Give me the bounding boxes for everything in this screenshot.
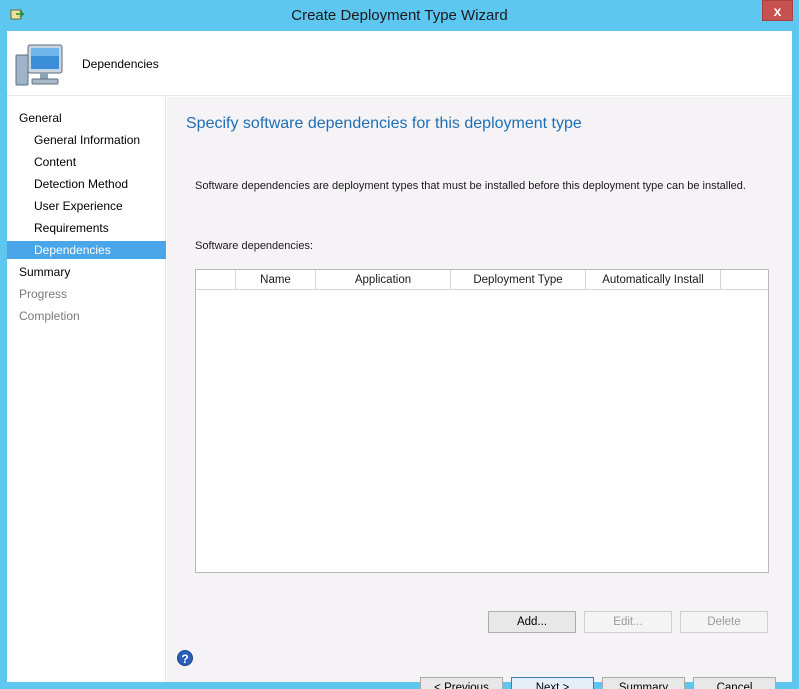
- wizard-client: Dependencies General General Information…: [7, 31, 792, 689]
- add-button[interactable]: Add...: [488, 611, 576, 633]
- dependencies-label: Software dependencies:: [195, 240, 314, 252]
- column-header-application[interactable]: Application: [316, 270, 451, 290]
- wizard-nav: General General Information Content Dete…: [7, 97, 166, 682]
- nav-item-requirements[interactable]: Requirements: [34, 219, 159, 237]
- wizard-content: Specify software dependencies for this d…: [167, 97, 792, 689]
- window-title: Create Deployment Type Wizard: [291, 7, 508, 24]
- page-description: Software dependencies are deployment typ…: [195, 180, 746, 192]
- column-header-select[interactable]: [196, 270, 236, 290]
- computer-icon: [15, 44, 63, 86]
- header-title: Dependencies: [82, 57, 159, 71]
- edit-button[interactable]: Edit...: [584, 611, 672, 633]
- nav-item-summary[interactable]: Summary: [19, 263, 159, 281]
- nav-item-content[interactable]: Content: [34, 153, 159, 171]
- previous-button[interactable]: < Previous: [420, 677, 503, 689]
- nav-item-detection-method[interactable]: Detection Method: [34, 175, 159, 193]
- nav-item-progress: Progress: [19, 287, 68, 301]
- column-header-name[interactable]: Name: [236, 270, 316, 290]
- grid-header: Name Application Deployment Type Automat…: [196, 270, 768, 290]
- nav-item-dependencies[interactable]: Dependencies: [7, 241, 166, 259]
- close-button[interactable]: x: [762, 0, 793, 21]
- nav-item-user-experience[interactable]: User Experience: [34, 197, 159, 215]
- nav-item-general-information[interactable]: General Information: [34, 131, 159, 149]
- wizard-window: Create Deployment Type Wizard x Dependen…: [0, 0, 799, 689]
- wizard-header: Dependencies: [7, 31, 792, 96]
- summary-button[interactable]: Summary: [602, 677, 685, 689]
- column-header-extra[interactable]: [721, 270, 768, 290]
- title-bar: Create Deployment Type Wizard x: [0, 0, 799, 31]
- nav-item-general[interactable]: General: [19, 109, 159, 127]
- next-button[interactable]: Next >: [511, 677, 594, 689]
- column-header-deployment-type[interactable]: Deployment Type: [451, 270, 586, 290]
- dependencies-grid[interactable]: Name Application Deployment Type Automat…: [195, 269, 769, 573]
- nav-item-completion: Completion: [19, 309, 80, 323]
- column-header-automatically-install[interactable]: Automatically Install: [586, 270, 721, 290]
- page-heading: Specify software dependencies for this d…: [186, 115, 582, 132]
- cancel-button[interactable]: Cancel: [693, 677, 776, 689]
- help-icon[interactable]: ?: [177, 650, 193, 666]
- delete-button[interactable]: Delete: [680, 611, 768, 633]
